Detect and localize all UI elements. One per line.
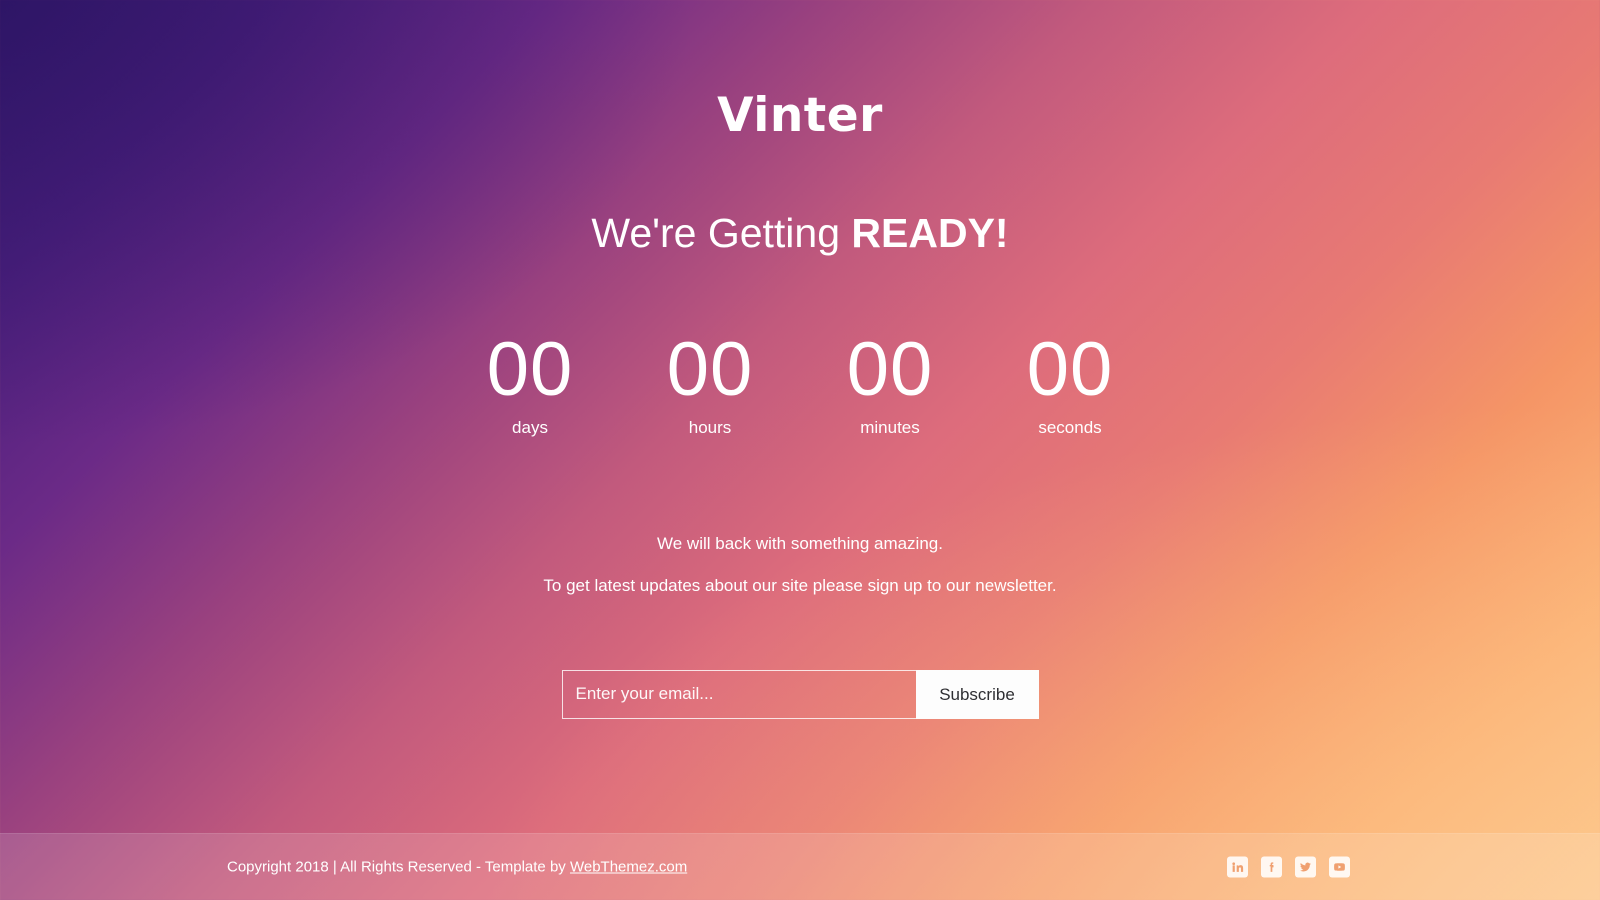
- countdown-value-hours: 00: [666, 327, 754, 413]
- subscribe-button[interactable]: Subscribe: [915, 669, 1039, 719]
- copyright-text: Copyright 2018 | All Rights Reserved - T…: [227, 859, 687, 876]
- social-links: [1227, 856, 1350, 878]
- coming-soon-page: Vinter We're Getting READY! 00 days 00 h…: [0, 0, 1600, 900]
- social-link-linkedin[interactable]: [1227, 856, 1248, 878]
- twitter-icon: [1300, 862, 1311, 872]
- site-logo: Vinter: [717, 88, 883, 143]
- countdown-label-minutes: minutes: [860, 417, 920, 437]
- copy-line-2: To get latest updates about our site ple…: [543, 575, 1057, 595]
- subscribe-section: Subscribe: [0, 669, 1600, 719]
- tagline-strong-text: READY!: [851, 210, 1009, 256]
- copyright-prefix: Copyright 2018 | All Rights Reserved - T…: [227, 858, 570, 876]
- intro-copy: We will back with something amazing. To …: [0, 532, 1600, 598]
- webthemez-link[interactable]: WebThemez.com: [570, 859, 687, 876]
- social-link-twitter[interactable]: [1295, 856, 1316, 878]
- newsletter-form: Subscribe: [561, 669, 1039, 719]
- countdown-unit-hours: 00 hours: [620, 330, 800, 438]
- page-footer: Copyright 2018 | All Rights Reserved - T…: [0, 833, 1600, 900]
- copy-line-1: We will back with something amazing.: [657, 534, 943, 554]
- social-link-youtube[interactable]: [1329, 856, 1350, 878]
- email-input[interactable]: [561, 669, 916, 719]
- countdown-label-hours: hours: [688, 417, 732, 437]
- countdown-value-seconds: 00: [1026, 327, 1114, 413]
- page-title: We're Getting READY!: [0, 210, 1600, 256]
- countdown-value-minutes: 00: [846, 327, 934, 413]
- youtube-icon: [1334, 863, 1345, 871]
- facebook-icon: [1269, 862, 1274, 872]
- countdown-timer: 00 days 00 hours 00 minutes 00 seconds: [0, 330, 1600, 438]
- countdown-unit-seconds: 00 seconds: [980, 330, 1160, 438]
- main-content: Vinter We're Getting READY! 00 days 00 h…: [0, 0, 1600, 833]
- countdown-label-seconds: seconds: [1038, 417, 1102, 437]
- countdown-unit-days: 00 days: [440, 330, 620, 438]
- social-link-facebook[interactable]: [1261, 856, 1282, 878]
- linkedin-icon: [1232, 862, 1244, 872]
- countdown-label-days: days: [512, 417, 548, 437]
- countdown-unit-minutes: 00 minutes: [800, 330, 980, 438]
- countdown-value-days: 00: [486, 327, 574, 413]
- footer-inner: Copyright 2018 | All Rights Reserved - T…: [0, 834, 1600, 900]
- tagline-regular-text: We're Getting: [591, 210, 852, 256]
